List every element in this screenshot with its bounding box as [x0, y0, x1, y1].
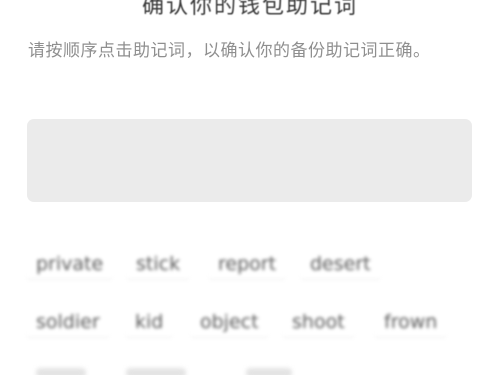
instruction-text: 请按顺序点击助记词，以确认你的备份助记词正确。 — [28, 41, 431, 61]
word-chip-object[interactable]: object — [190, 306, 269, 338]
page-title: 确认你的钱包助记词 — [141, 0, 358, 19]
word-chip-stick[interactable]: stick — [126, 248, 191, 280]
backup-mnemonic-confirm-screen: 确认你的钱包助记词 请按顺序点击助记词，以确认你的备份助记词正确。 privat… — [0, 0, 500, 375]
word-chip-partial[interactable] — [36, 368, 86, 375]
word-chip-partial[interactable] — [246, 368, 292, 375]
word-chip-soldier[interactable]: soldier — [26, 306, 110, 338]
word-chip-private[interactable]: private — [26, 248, 114, 280]
word-chip-shoot[interactable]: shoot — [282, 306, 355, 338]
word-chip-frown[interactable]: frown — [374, 306, 448, 338]
word-chip-desert[interactable]: desert — [300, 248, 381, 280]
word-chip-report[interactable]: report — [208, 248, 287, 280]
word-chip-partial[interactable] — [126, 368, 186, 375]
word-chip-kid[interactable]: kid — [125, 306, 174, 338]
selected-words-area[interactable] — [27, 119, 472, 202]
